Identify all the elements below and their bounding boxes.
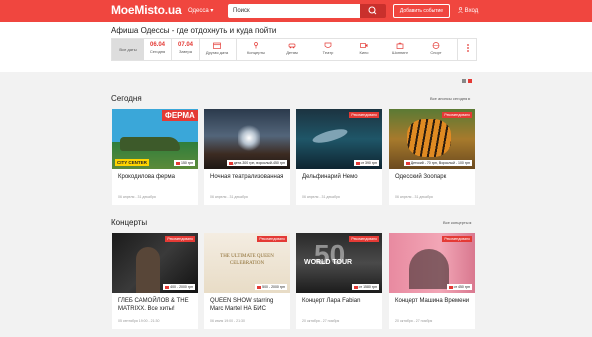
category-sport-label: Спорт (430, 50, 442, 55)
event-title: Дельфинарий Немо (302, 174, 358, 180)
event-image-night-show: дети-300 грн, взрослый-450 грн (204, 109, 290, 169)
event-image-dolphinarium: Рекомендовано от 390 грн (296, 109, 382, 169)
recommended-badge: Рекомендовано (165, 236, 195, 242)
recommended-badge: Рекомендовано (349, 236, 379, 242)
event-title: Одесский Зоопарк (395, 174, 447, 180)
price-badge: Детский - 70 грн, Взрослый - 100 грн (403, 160, 472, 166)
event-card[interactable]: дети-300 грн, взрослый-450 грн Ночная те… (204, 109, 290, 205)
event-image-queen: THE ULTIMATE QUEEN CELEBRATION Рекомендо… (204, 233, 290, 293)
event-image-crocodile: ФЕРМА CITY CENTER 150 грн (112, 109, 198, 169)
event-title: Ночная театрализованная (210, 174, 284, 180)
event-image-mashina-vremeni: Рекомендовано от 450 грн (389, 233, 475, 293)
card-sign: 50 (314, 239, 346, 270)
section-title-concerts: Концерты (111, 218, 148, 227)
login-link[interactable]: Вход (458, 7, 478, 14)
event-title: ГЛЕБ САМОЙЛОВ & THE MATRIXX. Все хиты! (118, 298, 189, 312)
event-date: 06 апреля - 31 декабря (118, 195, 156, 199)
event-date: 06 апреля - 31 декабря (302, 195, 340, 199)
card-overlay-text: ФЕРМА (162, 110, 198, 121)
camera-icon (360, 43, 368, 48)
event-date: 20 октября - 27 ноября (302, 319, 340, 323)
search-button[interactable] (360, 4, 386, 18)
event-card[interactable]: 50 WORLD TOUR Рекомендовано от 1580 грн … (296, 233, 382, 329)
city-selector[interactable]: Одесса ▾ (188, 7, 213, 14)
price-badge: от 450 грн (446, 284, 472, 290)
shopping-bag-icon (396, 42, 404, 49)
ball-icon (432, 42, 440, 49)
card-overlay-text: WORLD TOUR (304, 259, 353, 266)
event-image-lara-fabian: 50 WORLD TOUR Рекомендовано от 1580 грн (296, 233, 382, 293)
recommended-badge: Рекомендовано (442, 236, 472, 242)
price-badge: от 390 грн (353, 160, 379, 166)
event-card[interactable]: THE ULTIMATE QUEEN CELEBRATION Рекомендо… (204, 233, 290, 329)
event-date: 20 октября - 27 ноября (395, 319, 433, 323)
site-logo[interactable]: MoeMisto.ua (111, 3, 182, 17)
filter-all-dates-label: Все даты (119, 47, 137, 52)
event-title: Концерт Машина Времени (395, 298, 470, 304)
event-card[interactable]: ФЕРМА CITY CENTER 150 грн Крокодилова фе… (112, 109, 198, 205)
toy-car-icon (288, 43, 296, 49)
filter-today-label: Сегодня (149, 49, 166, 54)
price-badge: 150 грн (174, 160, 195, 166)
filter-other-date[interactable]: Другая дата (200, 39, 234, 60)
event-card[interactable]: Рекомендовано от 450 грн Концерт Машина … (389, 233, 475, 329)
search-icon (368, 6, 377, 15)
microphone-icon (254, 42, 258, 49)
recommended-badge: Рекомендовано (257, 236, 287, 242)
all-concerts-link[interactable]: Все концерты ▸ (443, 220, 472, 225)
price-badge: 500 - 2000 грн (255, 284, 287, 290)
theatre-mask-icon (324, 42, 332, 48)
filter-today[interactable]: 06.04 Сегодня (144, 39, 171, 60)
event-date: 05 сентября 19:00 - 21:30 (118, 319, 160, 323)
event-date: 06 апреля - 31 декабря (210, 195, 248, 199)
event-card[interactable]: Рекомендовано Детский - 70 грн, Взрослый… (389, 109, 475, 205)
recommended-badge: Рекомендовано (349, 112, 379, 118)
view-toggle[interactable] (462, 79, 473, 86)
section-title-today: Сегодня (111, 94, 142, 103)
event-title: Крокодилова ферма (118, 174, 176, 180)
event-date: 06 апреля - 31 декабря (395, 195, 433, 199)
category-concerts[interactable]: Концерты (239, 39, 273, 60)
category-shopping-label: Шоппинг (391, 50, 409, 55)
price-badge: от 1580 грн (351, 284, 379, 290)
category-theatre-label: Театр (322, 50, 334, 55)
event-title: QUEEN SHOW starring Marc Martel НА БИС (210, 298, 274, 312)
category-concerts-label: Концерты (246, 50, 266, 55)
filter-bar: Все даты 06.04 Сегодня 07.04 Завтра Другая… (111, 38, 477, 61)
calendar-icon (213, 42, 221, 49)
event-title: Концерт Лара Fabian (302, 298, 361, 304)
all-today-link[interactable]: Все анонсы сегодня ▸ (430, 96, 470, 101)
more-dots-icon (466, 44, 469, 52)
card-overlay-text: THE ULTIMATE QUEEN CELEBRATION (220, 254, 274, 266)
page-title: Афиша Одессы - где отдохнуть и куда пойт… (111, 26, 277, 35)
filter-all-dates[interactable]: Все даты (112, 39, 144, 60)
price-badge: 400 - 2000 грн (163, 284, 195, 290)
category-kids-label: Детям (286, 50, 298, 55)
category-theatre[interactable]: Театр (311, 39, 345, 60)
category-shopping[interactable]: Шоппинг (383, 39, 417, 60)
category-cinema-label: Кино (359, 50, 369, 55)
event-card[interactable]: Рекомендовано 400 - 2000 грн ГЛЕБ САМОЙЛ… (112, 233, 198, 329)
event-date: 06 июля 19:00 - 21:30 (210, 319, 245, 323)
filter-other-date-label: Другая дата (205, 50, 229, 55)
event-image-zoo: Рекомендовано Детский - 70 грн, Взрослый… (389, 109, 475, 169)
filter-today-date: 06.04 (149, 42, 165, 48)
filter-tomorrow-label: Завтра (179, 49, 192, 54)
more-categories-button[interactable] (458, 39, 477, 60)
search-input[interactable]: Поиск (228, 4, 360, 18)
category-sport[interactable]: Спорт (419, 39, 453, 60)
user-icon (458, 7, 463, 14)
recommended-badge: Рекомендовано (442, 112, 472, 118)
login-label: Вход (464, 8, 479, 14)
event-card[interactable]: Рекомендовано от 390 грн Дельфинарий Нем… (296, 109, 382, 205)
grid-view-icon[interactable] (462, 79, 473, 84)
price-badge: дети-300 грн, взрослый-450 грн (226, 160, 287, 166)
category-cinema[interactable]: Кино (347, 39, 381, 60)
event-image-samoilov: Рекомендовано 400 - 2000 грн (112, 233, 198, 293)
filter-tomorrow-date: 07.04 (177, 42, 193, 48)
card-sign: CITY CENTER (115, 159, 149, 166)
add-event-button[interactable]: Добавить событие (393, 4, 450, 18)
filter-tomorrow[interactable]: 07.04 Завтра (172, 39, 199, 60)
category-kids[interactable]: Детям (275, 39, 309, 60)
